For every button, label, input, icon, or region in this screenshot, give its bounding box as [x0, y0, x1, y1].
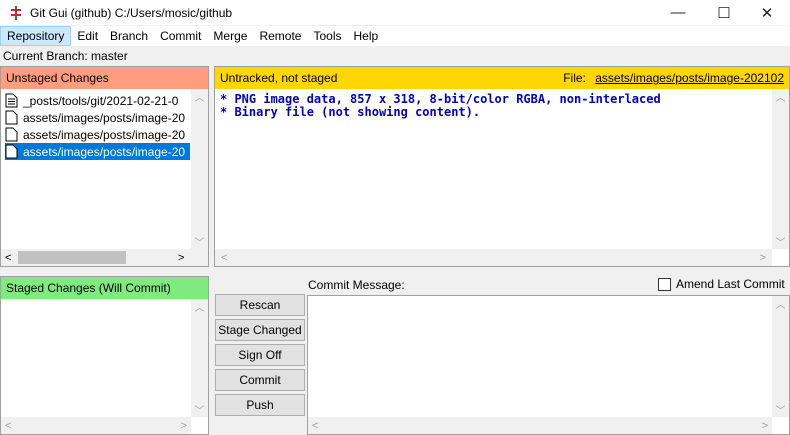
diff-vertical-scrollbar[interactable]: ︿ ﹀ [772, 89, 789, 249]
scroll-down-icon[interactable]: ﹀ [191, 234, 208, 249]
scroll-right-icon[interactable]: > [760, 252, 766, 264]
diff-file-path[interactable]: assets/images/posts/image-202102 [595, 71, 784, 85]
commit-message-label: Commit Message: [308, 278, 405, 292]
maximize-icon: ☐ [717, 4, 731, 22]
menu-merge[interactable]: Merge [207, 26, 253, 46]
scroll-down-icon[interactable]: ﹀ [191, 402, 208, 417]
rescan-button[interactable]: Rescan [215, 294, 305, 316]
commit-horizontal-scrollbar[interactable]: < > [308, 417, 772, 434]
menu-commit[interactable]: Commit [154, 26, 207, 46]
file-path: assets/images/posts/image-20 [23, 110, 186, 125]
scroll-up-icon[interactable]: ︿ [772, 296, 789, 311]
current-branch: Current Branch: master [3, 49, 128, 63]
window-title: Git Gui (github) C:/Users/mosic/github [30, 5, 233, 20]
file-icon [5, 127, 18, 142]
minimize-button[interactable]: — [655, 0, 701, 25]
diff-line: * PNG image data, 857 x 318, 8-bit/color… [220, 92, 661, 106]
close-icon: ✕ [760, 4, 774, 22]
menu-repository[interactable]: Repository [0, 26, 72, 46]
git-gui-icon [11, 5, 21, 20]
sign-off-button[interactable]: Sign Off [215, 344, 305, 366]
menu-edit[interactable]: Edit [71, 26, 104, 46]
staged-panel [0, 276, 209, 435]
menu-tools[interactable]: Tools [307, 26, 347, 46]
menu-remote[interactable]: Remote [253, 26, 307, 46]
menu-branch[interactable]: Branch [104, 26, 154, 46]
diff-file-label: File: [563, 71, 586, 85]
unstaged-file-row[interactable]: assets/images/posts/image-20 [5, 126, 190, 143]
stage-changed-button[interactable]: Stage Changed [215, 319, 305, 341]
scroll-right-icon[interactable]: > [762, 420, 768, 432]
file-path: assets/images/posts/image-20 [23, 144, 186, 159]
scroll-down-icon[interactable]: ﹀ [772, 234, 789, 249]
scroll-down-icon[interactable]: ﹀ [772, 402, 789, 417]
minimize-icon: — [670, 4, 686, 21]
commit-message-input[interactable] [307, 295, 790, 435]
file-icon [5, 110, 18, 125]
amend-checkbox[interactable] [658, 277, 671, 291]
file-icon [5, 144, 18, 159]
scroll-left-icon[interactable]: < [221, 252, 227, 264]
menu-bar: Repository Edit Branch Commit Merge Remo… [0, 26, 790, 46]
push-button[interactable]: Push [215, 394, 305, 416]
staged-horizontal-scrollbar[interactable]: < > [1, 417, 191, 434]
scroll-up-icon[interactable]: ︿ [772, 89, 789, 104]
diff-line: * Binary file (not showing content). [220, 105, 481, 119]
scroll-right-icon[interactable]: > [181, 420, 187, 432]
scroll-left-icon[interactable]: < [312, 420, 318, 432]
scroll-up-icon[interactable]: ︿ [191, 89, 208, 104]
scroll-thumb[interactable] [18, 251, 126, 264]
unstaged-file-row[interactable]: assets/images/posts/image-20 [5, 109, 190, 126]
title-bar: Git Gui (github) C:/Users/mosic/github —… [0, 0, 790, 25]
maximize-button[interactable]: ☐ [701, 0, 747, 25]
amend-label: Amend Last Commit [676, 277, 785, 291]
unstaged-file-row[interactable]: _posts/tools/git/2021-02-21-0 [5, 92, 190, 109]
diff-header: Untracked, not staged File: assets/image… [215, 67, 789, 89]
commit-button[interactable]: Commit [215, 369, 305, 391]
scroll-up-icon[interactable]: ︿ [191, 299, 208, 314]
diff-horizontal-scrollbar[interactable]: < > [215, 249, 772, 266]
menu-help[interactable]: Help [347, 26, 384, 46]
scroll-left-icon[interactable]: < [5, 252, 11, 264]
unstaged-file-row-selected[interactable]: assets/images/posts/image-20 [5, 143, 190, 160]
commit-vertical-scrollbar[interactable]: ︿ ﹀ [772, 296, 789, 417]
file-path: assets/images/posts/image-20 [23, 127, 186, 142]
scroll-right-icon[interactable]: > [178, 252, 184, 264]
file-path: _posts/tools/git/2021-02-21-0 [23, 93, 179, 108]
unstaged-horizontal-scrollbar[interactable]: < > [1, 249, 208, 266]
close-button[interactable]: ✕ [744, 0, 790, 25]
unstaged-header: Unstaged Changes [1, 67, 208, 89]
amend-last-commit[interactable]: Amend Last Commit [658, 277, 785, 291]
staged-header: Staged Changes (Will Commit) [1, 277, 208, 299]
diff-file-info: File: assets/images/posts/image-202102 [563, 71, 784, 85]
scroll-left-icon[interactable]: < [5, 420, 11, 432]
unstaged-vertical-scrollbar[interactable]: ︿ ﹀ [191, 89, 208, 249]
diff-status: Untracked, not staged [220, 71, 338, 85]
staged-vertical-scrollbar[interactable]: ︿ ﹀ [191, 299, 208, 417]
text-file-icon [5, 93, 18, 108]
